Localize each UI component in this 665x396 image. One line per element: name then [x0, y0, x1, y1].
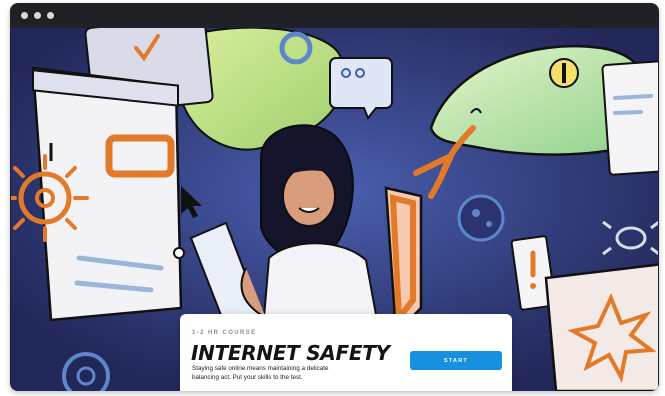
document-window-left — [31, 66, 185, 322]
course-card: 1-2 HR COURSE INTERNET SAFETY Staying sa… — [180, 314, 512, 391]
window-dot-icon[interactable] — [47, 12, 54, 19]
course-title: INTERNET SAFETY — [191, 341, 390, 365]
start-button[interactable]: START — [410, 351, 502, 370]
virus-icon-right — [457, 194, 505, 242]
starburst-window — [544, 263, 658, 391]
hero-banner: 1-2 HR COURSE INTERNET SAFETY Staying sa… — [11, 28, 658, 391]
browser-window: 1-2 HR COURSE INTERNET SAFETY Staying sa… — [10, 3, 659, 391]
window-dot-icon[interactable] — [34, 12, 41, 19]
window-titlebar — [10, 3, 659, 28]
browser-window-right-top — [601, 60, 658, 176]
window-dot-icon[interactable] — [21, 12, 28, 19]
chat-bubble-icon — [329, 57, 393, 120]
course-duration: 1-2 HR COURSE — [192, 330, 257, 336]
course-description: Staying safe online means maintaining a … — [192, 365, 329, 381]
